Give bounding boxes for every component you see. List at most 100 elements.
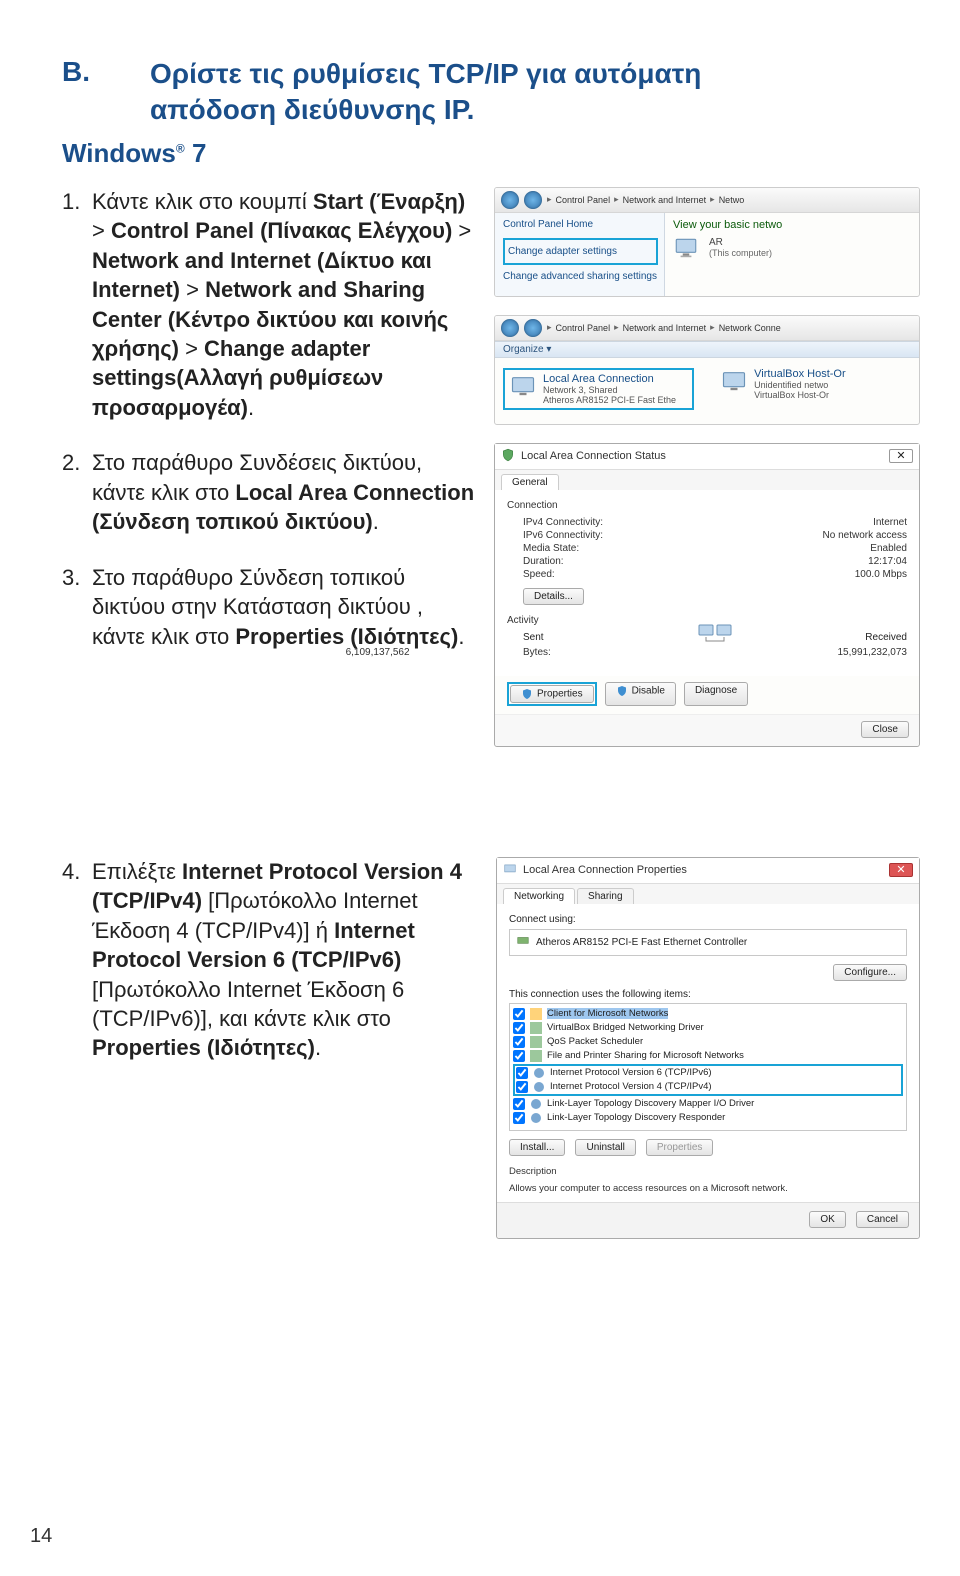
shield-icon — [501, 448, 515, 465]
dialog-connection-properties: Local Area Connection Properties ✕ Netwo… — [496, 857, 920, 1239]
adapter-field: Atheros AR8152 PCI-E Fast Ethernet Contr… — [509, 929, 907, 956]
link-change-advanced-sharing[interactable]: Change advanced sharing settings — [503, 271, 658, 282]
highlight-ipv6-ipv4: Internet Protocol Version 6 (TCP/IPv6) I… — [513, 1064, 903, 1096]
control-panel-home[interactable]: Control Panel Home — [503, 219, 658, 230]
section-title: Ορίστε τις ρυθμίσεις TCP/IP για αυτόματη… — [150, 56, 701, 128]
network-icon — [503, 862, 517, 879]
section-title-line2: απόδοση διεύθυνσης IP. — [150, 94, 474, 125]
step-2: 2. Στο παράθυρο Συνδέσεις δικτύου, κάντε… — [62, 448, 476, 536]
checkbox[interactable] — [513, 1008, 525, 1020]
checkbox[interactable] — [513, 1098, 525, 1110]
step-1: 1. Κάντε κλικ στο κουμπί Start (Έναρξη) … — [62, 187, 476, 423]
ar-sub: (This computer) — [709, 248, 772, 258]
properties-button[interactable]: Properties — [510, 685, 594, 703]
tab-networking[interactable]: Networking — [503, 888, 575, 904]
description-text: Allows your computer to access resources… — [509, 1183, 907, 1194]
link-change-adapter-settings[interactable]: Change adapter settings — [508, 246, 653, 257]
title-bar: Local Area Connection Properties ✕ — [497, 858, 919, 884]
page-number: 14 — [30, 1525, 52, 1548]
chevron-icon: ▸ — [547, 194, 552, 205]
action-button-row: Properties Disable Diagnose — [495, 676, 919, 714]
nav-bar: ▸ Control Panel▸ Network and Internet▸ N… — [495, 188, 919, 213]
step-4: 4. Επιλέξτε Internet Protocol Version 4 … — [62, 857, 476, 1063]
list-item: Link-Layer Topology Discovery Responder — [513, 1111, 903, 1125]
os-name: Windows — [62, 138, 176, 168]
checkbox[interactable] — [516, 1081, 528, 1093]
close-button[interactable]: ✕ — [889, 449, 913, 463]
kv-ipv6: IPv6 Connectivity:No network access — [523, 530, 907, 541]
kv-duration: Duration:12:17:04 — [523, 556, 907, 567]
registered-icon: ® — [176, 141, 185, 155]
kv-media: Media State:Enabled — [523, 543, 907, 554]
os-label: Windows® 7 — [62, 138, 920, 169]
configure-button[interactable]: Configure... — [833, 964, 907, 981]
close-button[interactable]: Close — [861, 721, 909, 738]
back-button[interactable] — [501, 319, 519, 337]
dialog-title: Local Area Connection Properties — [523, 864, 687, 876]
step-num: 2. — [62, 448, 92, 536]
service-icon — [530, 1022, 542, 1034]
dialog-title: Local Area Connection Status — [521, 450, 666, 462]
list-item: QoS Packet Scheduler — [513, 1035, 903, 1049]
shield-icon — [521, 688, 533, 700]
organize-bar[interactable]: Organize ▾ — [495, 341, 919, 358]
forward-button[interactable] — [524, 191, 542, 209]
back-button[interactable] — [501, 191, 519, 209]
forward-button[interactable] — [524, 319, 542, 337]
title-bar: Local Area Connection Status ✕ — [495, 444, 919, 470]
list-item: File and Printer Sharing for Microsoft N… — [513, 1049, 903, 1063]
list-item: Client for Microsoft Networks — [513, 1007, 903, 1021]
section-header: B. Ορίστε τις ρυθμίσεις TCP/IP για αυτόμ… — [62, 56, 920, 128]
ok-button[interactable]: OK — [809, 1211, 845, 1228]
breadcrumb[interactable]: ▸ Control Panel▸ Network and Internet▸ N… — [547, 194, 744, 205]
tab-sharing[interactable]: Sharing — [577, 888, 633, 904]
nav-bar: ▸Control Panel▸Network and Internet▸Netw… — [495, 316, 919, 341]
checkbox[interactable] — [513, 1036, 525, 1048]
checkbox[interactable] — [513, 1112, 525, 1124]
ar-name: AR — [709, 237, 772, 248]
section-title-line1: Ορίστε τις ρυθμίσεις TCP/IP για αυτόματη — [150, 58, 701, 89]
uninstall-button[interactable]: Uninstall — [575, 1139, 635, 1156]
list-item: Link-Layer Topology Discovery Mapper I/O… — [513, 1097, 903, 1111]
properties-button[interactable]: Properties — [646, 1139, 714, 1156]
tab-general[interactable]: General — [501, 474, 559, 490]
protocol-list[interactable]: Client for Microsoft Networks VirtualBox… — [509, 1003, 907, 1131]
dialog-connection-status: Local Area Connection Status ✕ General C… — [494, 443, 920, 747]
disable-button[interactable]: Disable — [605, 682, 676, 706]
computer-icon — [673, 235, 699, 261]
os-ver: 7 — [192, 138, 206, 168]
diagnose-button[interactable]: Diagnose — [684, 682, 748, 706]
checkbox[interactable] — [516, 1067, 528, 1079]
checkbox[interactable] — [513, 1022, 525, 1034]
description-header: Description — [509, 1166, 907, 1177]
step-num: 1. — [62, 187, 92, 423]
adapter-icon — [516, 934, 530, 951]
install-button[interactable]: Install... — [509, 1139, 565, 1156]
activity-icon — [698, 623, 732, 652]
client-icon — [530, 1008, 542, 1020]
step-num: 4. — [62, 857, 92, 1063]
step-body: Κάντε κλικ στο κουμπί Start (Έναρξη) > C… — [92, 187, 476, 423]
checkbox[interactable] — [513, 1050, 525, 1062]
list-item-ipv6: Internet Protocol Version 6 (TCP/IPv6) — [516, 1066, 900, 1080]
side-pane: Control Panel Home Change adapter settin… — [495, 213, 665, 296]
connection-virtualbox[interactable]: VirtualBox Host-Or Unidentified netwo Vi… — [720, 368, 911, 410]
cancel-button[interactable]: Cancel — [856, 1211, 909, 1228]
screenshot-control-panel: ▸ Control Panel▸ Network and Internet▸ N… — [494, 187, 920, 297]
close-button[interactable]: ✕ — [889, 863, 913, 877]
network-adapter-icon — [509, 373, 537, 401]
step-body: Στο παράθυρο Συνδέσεις δικτύου, κάντε κλ… — [92, 448, 476, 536]
connection-local-area[interactable]: Local Area Connection Network 3, Shared … — [503, 368, 694, 410]
details-button[interactable]: Details... — [523, 588, 584, 605]
sent-label: Sent — [523, 632, 715, 643]
connect-using-label: Connect using: — [509, 914, 907, 925]
section-letter: B. — [62, 56, 150, 88]
step-body: Επιλέξτε Internet Protocol Version 4 (TC… — [92, 857, 476, 1063]
list-item-ipv4: Internet Protocol Version 4 (TCP/IPv4) — [516, 1080, 900, 1094]
step-num: 3. — [62, 563, 92, 651]
connection-header: Connection — [507, 500, 907, 511]
screenshot-network-connections: ▸Control Panel▸Network and Internet▸Netw… — [494, 315, 920, 425]
kv-speed: Speed:100.0 Mbps — [523, 569, 907, 580]
breadcrumb[interactable]: ▸Control Panel▸Network and Internet▸Netw… — [547, 322, 781, 333]
kv-ipv4: IPv4 Connectivity:Internet — [523, 517, 907, 528]
